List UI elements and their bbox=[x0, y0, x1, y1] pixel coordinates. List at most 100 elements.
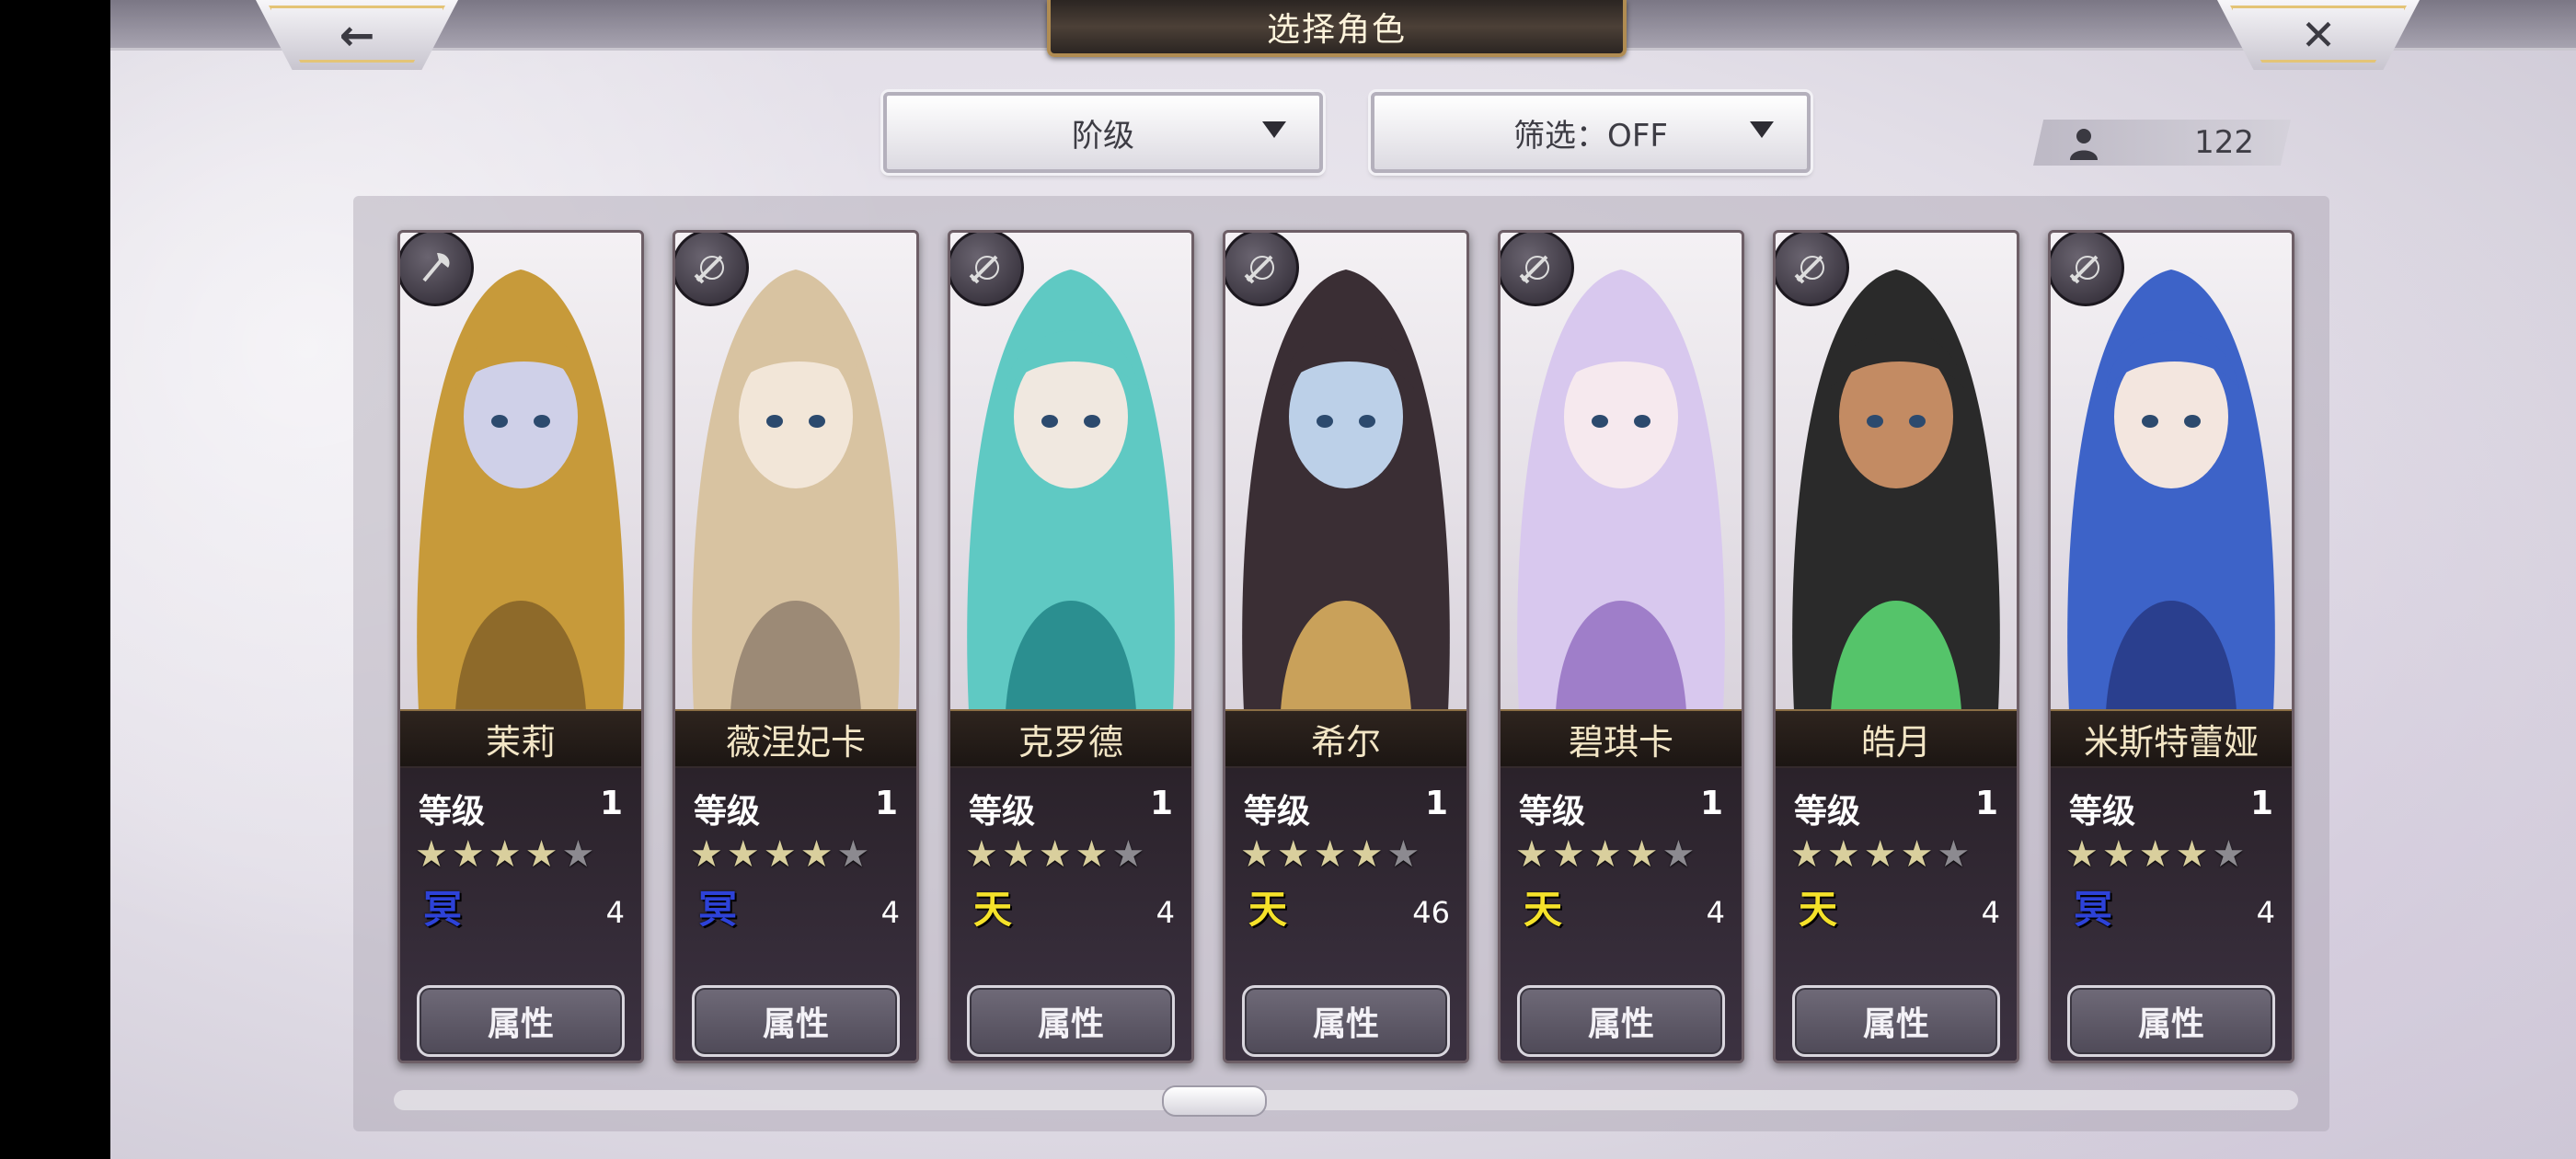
star-filled-icon: ★ bbox=[1826, 833, 1860, 876]
element-row: 冥4 bbox=[2069, 886, 2275, 932]
back-arrow-icon: ← bbox=[339, 10, 375, 60]
character-card[interactable]: 茉莉 等级 1 ★ ★ ★ ★ ★ 冥 4 属性 bbox=[397, 230, 644, 1063]
sword-icon bbox=[1776, 233, 1849, 306]
star-filled-icon: ★ bbox=[1313, 833, 1347, 876]
star-filled-icon: ★ bbox=[1240, 833, 1273, 876]
character-name: 薇涅妃卡 bbox=[675, 709, 916, 768]
element-badge: 冥 bbox=[422, 887, 462, 932]
star-empty-icon: ★ bbox=[561, 833, 595, 876]
element-row: 天4 bbox=[1794, 886, 2000, 932]
star-rating: ★ ★ ★ ★ ★ bbox=[965, 836, 1144, 873]
attributes-button[interactable]: 属性 bbox=[692, 985, 900, 1057]
page-title-text: 选择角色 bbox=[1266, 11, 1407, 49]
element-badge: 天 bbox=[1523, 887, 1562, 932]
level-row: 等级 1 bbox=[2069, 785, 2273, 831]
character-info: 等级 1 ★ ★ ★ ★ ★ 天 46 属性 bbox=[1225, 766, 1466, 1061]
sword-icon bbox=[1225, 233, 1299, 306]
element-count: 46 bbox=[1412, 895, 1450, 930]
element-count: 4 bbox=[1706, 895, 1725, 930]
level-row: 等级 1 bbox=[1244, 785, 1448, 831]
horizontal-scrollbar-track[interactable] bbox=[394, 1090, 2298, 1110]
element-row: 冥4 bbox=[419, 886, 625, 932]
star-filled-icon: ★ bbox=[690, 833, 723, 876]
star-filled-icon: ★ bbox=[1588, 833, 1622, 876]
star-filled-icon: ★ bbox=[1001, 833, 1035, 876]
horizontal-scrollbar-thumb[interactable] bbox=[1162, 1085, 1267, 1117]
back-button[interactable]: ← bbox=[256, 0, 458, 70]
character-info: 等级 1 ★ ★ ★ ★ ★ 冥 4 属性 bbox=[2051, 766, 2292, 1061]
star-filled-icon: ★ bbox=[763, 833, 797, 876]
character-card[interactable]: 米斯特蕾娅 等级 1 ★ ★ ★ ★ ★ 冥 4 属性 bbox=[2048, 230, 2294, 1063]
element-badge: 天 bbox=[972, 887, 1012, 932]
character-name: 茉莉 bbox=[400, 709, 641, 768]
star-filled-icon: ★ bbox=[1900, 833, 1934, 876]
close-button[interactable]: ✕ bbox=[2217, 0, 2420, 70]
page-title: 选择角色 bbox=[1047, 0, 1627, 57]
star-filled-icon: ★ bbox=[1790, 833, 1823, 876]
star-rating: ★ ★ ★ ★ ★ bbox=[2065, 836, 2245, 873]
level-value: 1 bbox=[1424, 785, 1448, 822]
element-badge: 冥 bbox=[2073, 887, 2112, 932]
level-label: 等级 bbox=[1794, 793, 1861, 831]
star-filled-icon: ★ bbox=[1350, 833, 1384, 876]
character-info: 等级 1 ★ ★ ★ ★ ★ 冥 4 属性 bbox=[675, 766, 916, 1061]
attributes-button[interactable]: 属性 bbox=[2067, 985, 2275, 1057]
rank-sort-dropdown[interactable]: 阶级 bbox=[883, 92, 1323, 173]
filter-label: 筛选：OFF bbox=[1513, 117, 1668, 155]
element-count: 4 bbox=[605, 895, 625, 930]
character-select-screen: ← 选择角色 ✕ 阶级 筛选：OFF 122 茉莉 等级 1 ★ ★ ★ ★ ★ 冥 4 属性 薇涅妃… bbox=[110, 0, 2576, 1159]
star-empty-icon: ★ bbox=[1662, 833, 1696, 876]
character-card[interactable]: 皓月 等级 1 ★ ★ ★ ★ ★ 天 4 属性 bbox=[1773, 230, 2019, 1063]
character-card[interactable]: 碧琪卡 等级 1 ★ ★ ★ ★ ★ 天 4 属性 bbox=[1498, 230, 1744, 1063]
level-row: 等级 1 bbox=[419, 785, 623, 831]
chevron-down-icon bbox=[1750, 121, 1774, 138]
level-label: 等级 bbox=[1244, 793, 1311, 831]
attributes-button[interactable]: 属性 bbox=[417, 985, 625, 1057]
element-count: 4 bbox=[1156, 895, 1175, 930]
character-card[interactable]: 希尔 等级 1 ★ ★ ★ ★ ★ 天 46 属性 bbox=[1223, 230, 1469, 1063]
level-label: 等级 bbox=[419, 793, 486, 831]
level-row: 等级 1 bbox=[694, 785, 898, 831]
character-name: 碧琪卡 bbox=[1501, 709, 1742, 768]
star-filled-icon: ★ bbox=[2138, 833, 2172, 876]
star-empty-icon: ★ bbox=[1937, 833, 1971, 876]
character-card[interactable]: 克罗德 等级 1 ★ ★ ★ ★ ★ 天 4 属性 bbox=[948, 230, 1194, 1063]
level-value: 1 bbox=[1699, 785, 1723, 822]
level-value: 1 bbox=[874, 785, 898, 822]
character-info: 等级 1 ★ ★ ★ ★ ★ 冥 4 属性 bbox=[400, 766, 641, 1061]
character-info: 等级 1 ★ ★ ★ ★ ★ 天 4 属性 bbox=[950, 766, 1191, 1061]
star-filled-icon: ★ bbox=[1038, 833, 1072, 876]
star-empty-icon: ★ bbox=[836, 833, 870, 876]
filter-dropdown[interactable]: 筛选：OFF bbox=[1371, 92, 1811, 173]
character-count-badge: 122 bbox=[2033, 120, 2291, 166]
level-value: 1 bbox=[1149, 785, 1173, 822]
star-filled-icon: ★ bbox=[726, 833, 760, 876]
level-label: 等级 bbox=[694, 793, 761, 831]
character-name: 皓月 bbox=[1776, 709, 2017, 768]
person-icon bbox=[2070, 129, 2098, 160]
level-row: 等级 1 bbox=[969, 785, 1173, 831]
level-row: 等级 1 bbox=[1794, 785, 1998, 831]
level-row: 等级 1 bbox=[1519, 785, 1723, 831]
attributes-button[interactable]: 属性 bbox=[1242, 985, 1450, 1057]
level-value: 1 bbox=[599, 785, 623, 822]
character-card[interactable]: 薇涅妃卡 等级 1 ★ ★ ★ ★ ★ 冥 4 属性 bbox=[673, 230, 919, 1063]
sword-icon bbox=[1501, 233, 1574, 306]
close-icon: ✕ bbox=[2300, 10, 2337, 60]
rank-sort-label: 阶级 bbox=[1072, 117, 1134, 155]
star-filled-icon: ★ bbox=[1075, 833, 1109, 876]
element-badge: 天 bbox=[1248, 887, 1287, 932]
element-row: 冥4 bbox=[694, 886, 900, 932]
character-count: 122 bbox=[2194, 124, 2254, 161]
level-value: 1 bbox=[1974, 785, 1998, 822]
star-filled-icon: ★ bbox=[1515, 833, 1548, 876]
element-count: 4 bbox=[2256, 895, 2275, 930]
sword-icon bbox=[675, 233, 749, 306]
axe-icon bbox=[400, 233, 474, 306]
attributes-button[interactable]: 属性 bbox=[1517, 985, 1725, 1057]
attributes-button[interactable]: 属性 bbox=[967, 985, 1175, 1057]
attributes-button[interactable]: 属性 bbox=[1792, 985, 2000, 1057]
star-rating: ★ ★ ★ ★ ★ bbox=[415, 836, 594, 873]
star-filled-icon: ★ bbox=[1276, 833, 1310, 876]
element-badge: 冥 bbox=[697, 887, 737, 932]
